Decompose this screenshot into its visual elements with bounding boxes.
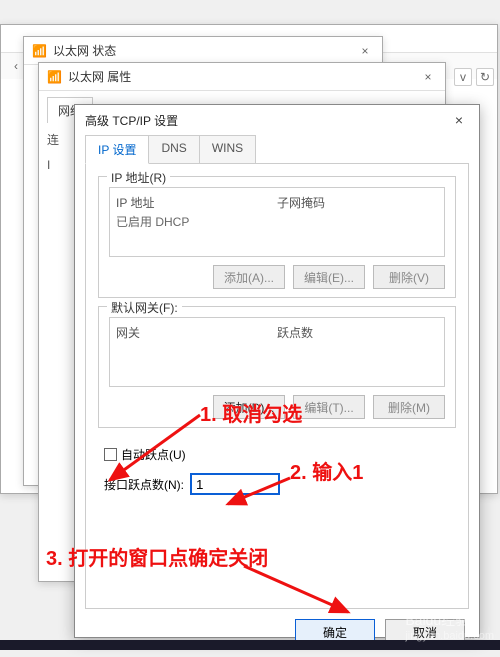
ip-addresses-label: IP 地址(R) [107, 169, 170, 186]
ip-addresses-group: IP 地址(R) IP 地址 子网掩码 已启用 DHCP 添加(A)... 编辑… [98, 176, 456, 298]
dialog-titlebar: 高级 TCP/IP 设置 × [75, 105, 479, 135]
remove-ip-button[interactable]: 删除(V) [373, 265, 445, 289]
add-ip-button[interactable]: 添加(A)... [213, 265, 285, 289]
ethernet-status-titlebar: 📶 以太网 状态 × [24, 37, 382, 65]
toolbar-right: v ↻ [454, 68, 494, 86]
interface-metric-input[interactable] [190, 473, 280, 495]
col-metric: 跃点数 [277, 324, 438, 341]
watermark: Baidu经验 jingyan.baidu.com [405, 610, 494, 642]
ethernet-properties-title: 以太网 属性 [68, 68, 419, 85]
close-icon[interactable]: × [449, 112, 469, 128]
tab-wins[interactable]: WINS [199, 135, 256, 164]
ip-address-list[interactable]: IP 地址 子网掩码 已启用 DHCP [109, 187, 445, 257]
col-ip-address: IP 地址 [116, 194, 277, 211]
default-gateway-group: 默认网关(F): 网关 跃点数 添加(D)... 编辑(T)... 删除(M) [98, 306, 456, 428]
advanced-tcpip-dialog: 高级 TCP/IP 设置 × IP 设置 DNS WINS IP 地址(R) I… [74, 104, 480, 638]
refresh-icon[interactable]: ↻ [476, 68, 494, 86]
dialog-title: 高级 TCP/IP 设置 [85, 112, 449, 129]
ethernet-properties-titlebar: 📶 以太网 属性 × [39, 63, 445, 91]
col-subnet-mask: 子网掩码 [277, 194, 438, 211]
network-icon: 📶 [47, 70, 62, 84]
auto-metric-row: 自动跃点(U) [104, 446, 456, 463]
close-icon[interactable]: × [419, 70, 437, 84]
gateway-list[interactable]: 网关 跃点数 [109, 317, 445, 387]
edit-ip-button[interactable]: 编辑(E)... [293, 265, 365, 289]
table-row[interactable]: 已启用 DHCP [116, 211, 438, 232]
auto-metric-checkbox[interactable] [104, 448, 117, 461]
interface-metric-label: 接口跃点数(N): [104, 476, 184, 493]
ethernet-status-title: 以太网 状态 [53, 42, 356, 59]
close-icon[interactable]: × [356, 44, 374, 58]
dhcp-enabled-text: 已启用 DHCP [116, 213, 277, 230]
dialog-tabs: IP 设置 DNS WINS [75, 135, 479, 164]
default-gateway-label: 默认网关(F): [107, 299, 182, 316]
remove-gateway-button[interactable]: 删除(M) [373, 395, 445, 419]
col-gateway: 网关 [116, 324, 277, 341]
tab-dns[interactable]: DNS [148, 135, 199, 164]
ip-settings-panel: IP 地址(R) IP 地址 子网掩码 已启用 DHCP 添加(A)... 编辑… [85, 163, 469, 609]
interface-metric-row: 接口跃点数(N): [104, 473, 456, 495]
auto-metric-label: 自动跃点(U) [121, 446, 186, 463]
add-gateway-button[interactable]: 添加(D)... [213, 395, 285, 419]
dropdown-icon[interactable]: v [454, 68, 472, 86]
edit-gateway-button[interactable]: 编辑(T)... [293, 395, 365, 419]
tab-ip-settings[interactable]: IP 设置 [85, 135, 149, 164]
network-icon: 📶 [32, 44, 47, 58]
